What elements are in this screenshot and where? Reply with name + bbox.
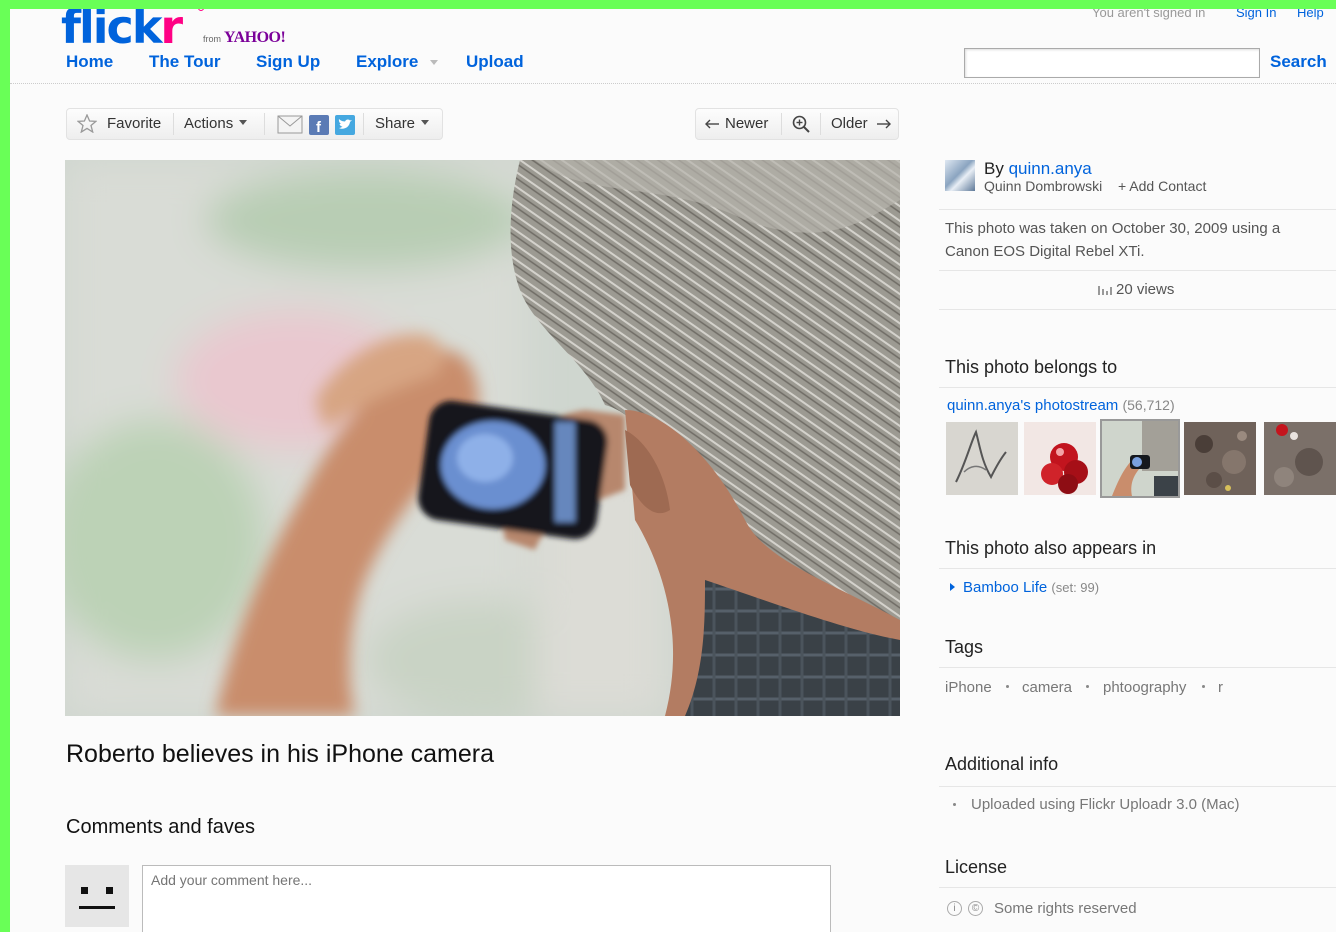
sidebar-divider (939, 667, 1336, 668)
photostream-label: quinn.anya's photostream (947, 397, 1119, 414)
sidebar-divider (939, 568, 1336, 569)
photo-actions-toolbar: Favorite Actions f Share (66, 108, 443, 140)
tags-heading: Tags (945, 637, 984, 657)
cc-license-icon: © (968, 901, 983, 916)
license-link[interactable]: Some rights reserved (994, 900, 1137, 917)
tag-link[interactable]: iPhone (945, 679, 992, 696)
appears-in-heading: This photo also appears in (945, 538, 1157, 558)
add-contact-link[interactable]: + Add Contact (1118, 178, 1206, 194)
belongs-heading: This photo belongs to (945, 357, 1118, 377)
sidebar-divider (939, 209, 1336, 210)
header-divider (10, 83, 1336, 84)
photo-navigation-toolbar: Newer Older (695, 108, 899, 140)
actions-label: Actions (184, 115, 234, 132)
comments-heading: Comments and faves (66, 816, 255, 838)
help-link[interactable]: Help (1297, 9, 1324, 20)
favorite-button[interactable]: Favorite (107, 115, 161, 132)
photo-taken-info: This photo was taken on October 30, 2009… (945, 220, 1281, 260)
star-icon (76, 113, 98, 137)
search-button[interactable]: Search (1270, 52, 1327, 72)
logo-word: flick (61, 9, 162, 54)
owner-username-link[interactable]: quinn.anya (1009, 159, 1092, 178)
owner-real-name: Quinn Dombrowski (984, 178, 1103, 194)
photostream-count: (56,712) (1122, 397, 1175, 413)
license-heading: License (945, 857, 1008, 877)
uploaded-info: Uploaded using Flickr Uploadr 3.0 (Mac) (971, 796, 1240, 813)
tag-separator (1086, 685, 1089, 688)
search-input[interactable] (964, 48, 1260, 78)
yahoo-badge: from YAHOO! (203, 29, 286, 47)
twitter-icon[interactable] (335, 115, 355, 139)
yahoo-logo: YAHOO! (224, 29, 286, 46)
set-name: Bamboo Life (963, 579, 1048, 596)
comment-input[interactable] (142, 865, 831, 932)
tag-link[interactable]: r (1218, 679, 1223, 696)
nav-explore[interactable]: Explore (356, 52, 418, 72)
main-photo[interactable] (65, 160, 900, 716)
toolbar-divider (264, 113, 265, 135)
owner-avatar[interactable] (945, 160, 975, 191)
zoom-icon[interactable] (791, 114, 811, 138)
bullet (953, 803, 956, 806)
photostream-thumbnail[interactable] (1184, 422, 1256, 495)
nav-home[interactable]: Home (66, 52, 113, 72)
photostream-link[interactable]: quinn.anya's photostream (56,712) (947, 397, 1175, 414)
owner-byline: By quinn.anya (984, 159, 1092, 179)
chevron-down-icon (421, 120, 430, 125)
photostream-thumbnail[interactable] (946, 422, 1018, 495)
sidebar-divider (939, 387, 1336, 388)
newer-button[interactable]: Newer (725, 115, 768, 132)
logo-letter-r: r (160, 9, 183, 54)
set-link-bamboo-life[interactable]: Bamboo Life (set: 99) (950, 579, 1099, 596)
toolbar-divider (363, 113, 364, 135)
explore-chevron-down-icon[interactable] (430, 60, 438, 65)
arrow-left-icon (704, 117, 720, 134)
tag-link[interactable]: camera (1022, 679, 1072, 696)
arrow-right-icon (876, 117, 892, 134)
view-count: 20 views (1098, 281, 1174, 298)
browser-page: flickr from YAHOO! You aren't signed in S… (10, 9, 1336, 932)
photo-title: Roberto believes in his iPhone camera (66, 740, 495, 768)
nav-the-tour[interactable]: The Tour (149, 52, 220, 72)
email-icon[interactable] (277, 115, 303, 138)
sidebar-divider (939, 786, 1336, 787)
views-label: 20 views (1116, 281, 1175, 298)
tag-link[interactable]: phtoography (1103, 679, 1186, 696)
set-meta: (set: 99) (1051, 580, 1100, 595)
photostream-thumbnail-current[interactable] (1100, 419, 1180, 498)
cc-attribution-icon: i (947, 901, 962, 916)
tag-separator (1202, 685, 1205, 688)
sidebar-divider (939, 270, 1336, 271)
default-avatar-icon (65, 865, 129, 927)
photostream-thumbnail[interactable] (1264, 422, 1336, 495)
facebook-icon[interactable]: f (309, 115, 329, 139)
share-label: Share (375, 115, 416, 132)
share-menu-button[interactable]: Share (375, 115, 430, 132)
registered-mark (198, 9, 204, 11)
from-label: from (203, 34, 221, 44)
nav-sign-up[interactable]: Sign Up (256, 52, 320, 72)
triangle-right-icon (950, 583, 955, 591)
flickr-logo[interactable]: flickr (61, 9, 204, 54)
bar-chart-icon (1098, 281, 1116, 298)
auth-status: You aren't signed in (1092, 9, 1206, 20)
nav-upload[interactable]: Upload (466, 52, 524, 72)
toolbar-divider (781, 113, 782, 135)
actions-menu-button[interactable]: Actions (184, 115, 248, 132)
toolbar-divider (820, 113, 821, 135)
photostream-thumbnail[interactable] (1024, 422, 1096, 495)
sign-in-link[interactable]: Sign In (1236, 9, 1276, 20)
tag-separator (1006, 685, 1009, 688)
sidebar-divider (939, 309, 1336, 310)
older-button[interactable]: Older (831, 115, 868, 132)
sidebar-divider (939, 887, 1336, 888)
additional-info-heading: Additional info (945, 754, 1059, 774)
by-prefix: By (984, 159, 1004, 178)
chevron-down-icon (239, 120, 248, 125)
toolbar-divider (173, 113, 174, 135)
